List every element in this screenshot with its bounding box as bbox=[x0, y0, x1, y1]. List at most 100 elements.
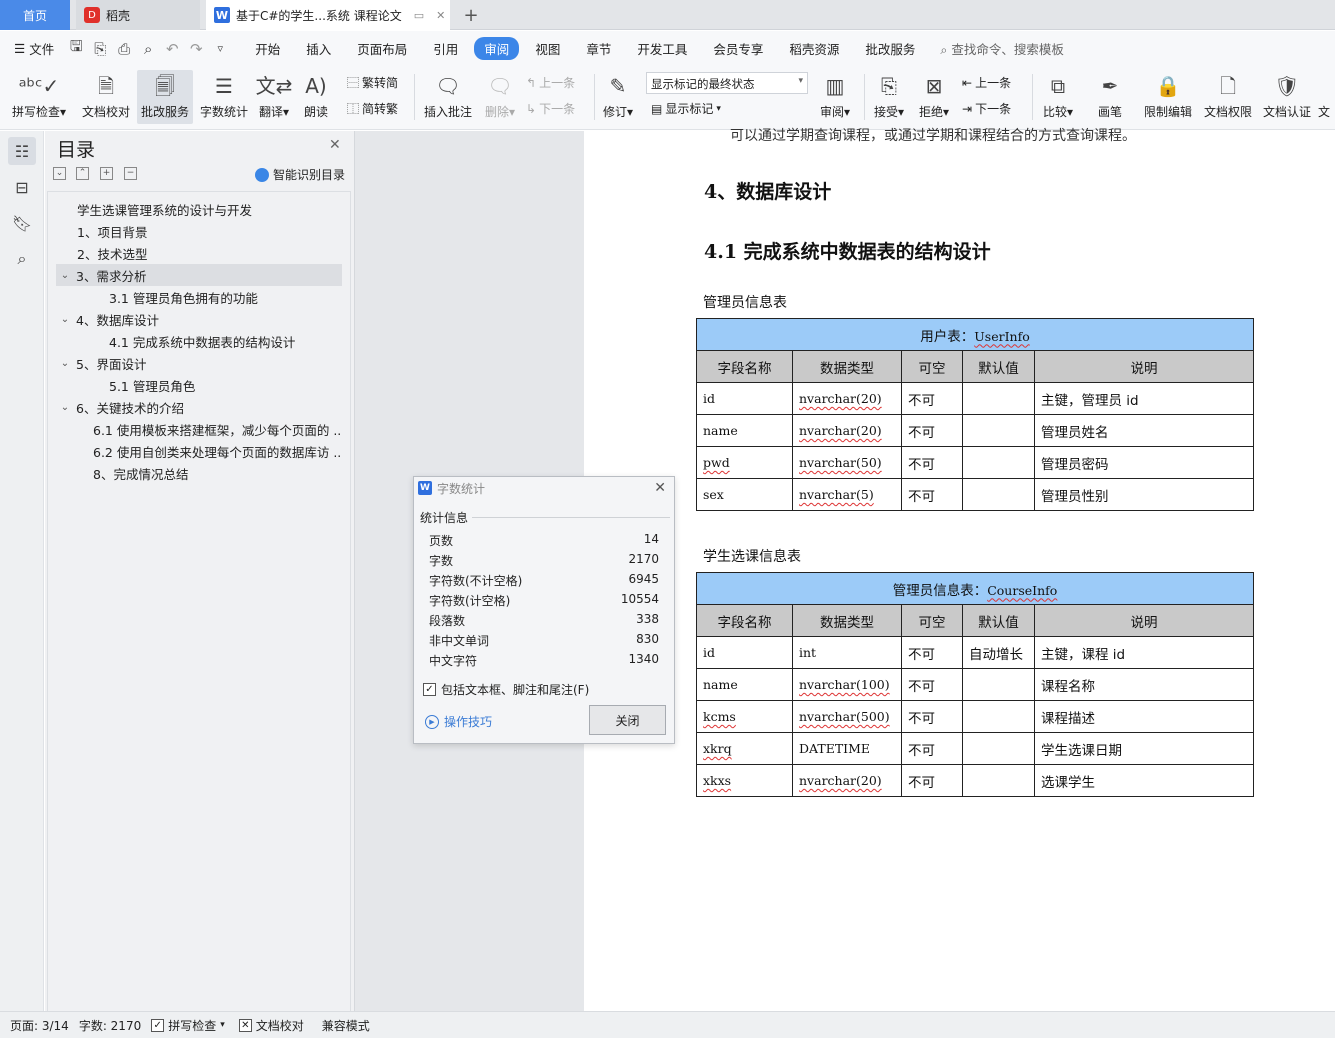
delete-comment-button[interactable]: 🗨 删除▾ bbox=[480, 70, 520, 124]
close-tab-icon[interactable]: ✕ bbox=[436, 9, 445, 22]
print-icon[interactable]: ⎙ bbox=[112, 40, 136, 58]
toc-item[interactable]: 2、技术选型 bbox=[56, 242, 342, 264]
toc-item[interactable]: 3.1 管理员角色拥有的功能 bbox=[56, 286, 342, 308]
stat-label: 字符数(计空格) bbox=[429, 594, 511, 608]
word-count-dialog[interactable]: W 字数统计 ✕ 统计信息 页数 14 字数 2170 字符数(不计空格) 6945 … bbox=[413, 476, 675, 744]
restrict-editing-button[interactable]: 🔒 限制编辑 bbox=[1140, 70, 1196, 124]
word-count-indicator[interactable]: 字数: 2170 bbox=[79, 1017, 141, 1034]
userinfo-table[interactable]: 用户表：UserInfo 字段名称 数据类型 可空 默认值 说明 id nvarc… bbox=[696, 318, 1254, 511]
tab-page-layout[interactable]: 页面布局 bbox=[347, 37, 417, 60]
table-cell: name bbox=[696, 414, 793, 447]
compare-button[interactable]: ⧉ 比较▾ bbox=[1038, 70, 1078, 124]
bookmark-icon[interactable]: 🔖︎ bbox=[8, 209, 36, 237]
insert-comment-button[interactable]: 🗨 插入批注 bbox=[420, 70, 476, 124]
proofread-status[interactable]: ✕ 文档校对 bbox=[238, 1017, 304, 1034]
tab-insert[interactable]: 插入 bbox=[296, 37, 341, 60]
ribbon-overflow-item[interactable]: 文 bbox=[1318, 70, 1335, 124]
tab-start[interactable]: 开始 bbox=[245, 37, 290, 60]
review-service-button[interactable]: 🗐 批改服务 bbox=[137, 70, 193, 124]
command-search[interactable]: ⌕ 查找命令、搜索模板 bbox=[940, 39, 1064, 58]
doc-certify-button[interactable]: 🛡 文档认证 bbox=[1259, 70, 1315, 124]
reject-button[interactable]: ⊠ 拒绝▾ bbox=[914, 70, 954, 124]
include-textbox-checkbox[interactable]: ✓ 包括文本框、脚注和尾注(F) bbox=[423, 681, 589, 698]
remove-level-icon[interactable]: − bbox=[124, 167, 137, 180]
chevron-down-icon[interactable]: ⌄ bbox=[58, 402, 72, 413]
next-change-button[interactable]: ⇥ 下一条 bbox=[962, 100, 1011, 117]
toc-item[interactable]: 学生选课管理系统的设计与开发 bbox=[56, 198, 342, 220]
toc-item[interactable]: ⌄ 5、界面设计 bbox=[56, 352, 342, 374]
toc-item[interactable]: 5.1 管理员角色 bbox=[56, 374, 342, 396]
show-markup-button[interactable]: ▤ 显示标记 ▾ bbox=[651, 100, 721, 117]
prev-comment-button[interactable]: ↰ 上一条 bbox=[526, 74, 575, 91]
tips-link[interactable]: ▶ 操作技巧 bbox=[425, 713, 492, 730]
translate-button[interactable]: 文⇄ 翻译▾ bbox=[254, 70, 294, 124]
print-preview-icon[interactable]: ⌕ bbox=[136, 40, 160, 58]
tab-bar: 首页 D 稻壳 W 基于C#的学生...系统 课程论文 ▭ ✕ + bbox=[0, 0, 1335, 30]
chevron-down-icon[interactable]: ⌄ bbox=[58, 314, 72, 325]
add-level-icon[interactable]: + bbox=[100, 167, 113, 180]
dialog-titlebar[interactable]: W 字数统计 bbox=[414, 477, 674, 499]
close-icon[interactable]: ✕ bbox=[654, 480, 666, 496]
tab-references[interactable]: 引用 bbox=[423, 37, 468, 60]
next-comment-button[interactable]: ↳ 下一条 bbox=[526, 100, 575, 117]
tab-review-service[interactable]: 批改服务 bbox=[855, 37, 925, 60]
customize-toolbar-icon[interactable]: ▿ bbox=[208, 42, 232, 55]
toc-item-selected[interactable]: ⌄ 3、需求分析 bbox=[56, 264, 342, 286]
word-count-button[interactable]: ☰ 字数统计 bbox=[196, 70, 252, 124]
chevron-down-icon[interactable]: ⌄ bbox=[58, 270, 72, 281]
file-menu[interactable]: ☰ 文件 bbox=[0, 39, 64, 58]
review-pane-button[interactable]: ▥ 审阅▾ bbox=[816, 70, 854, 124]
search-icon[interactable]: ⌕ bbox=[8, 245, 36, 273]
track-changes-button[interactable]: ✎ 修订▾ bbox=[600, 70, 636, 124]
tab-member[interactable]: 会员专享 bbox=[703, 37, 773, 60]
document-page[interactable]: 可以通过学期查询课程，或通过学期和课程结合的方式查询课程。 4、数据库设计 4.… bbox=[584, 128, 1335, 1011]
smart-toc-button[interactable]: 智能识别目录 bbox=[255, 166, 345, 183]
undo-icon[interactable]: ↶ bbox=[160, 40, 184, 58]
spell-check-status[interactable]: ✓ 拼写检查 ▾ bbox=[151, 1017, 225, 1034]
toc-item[interactable]: ⌄ 4、数据库设计 bbox=[56, 308, 342, 330]
markup-state-select[interactable]: 显示标记的最终状态 ▾ bbox=[646, 72, 808, 94]
tab-home[interactable]: 首页 bbox=[0, 0, 70, 30]
close-icon[interactable]: ✕ bbox=[329, 137, 341, 153]
simp-to-trad-button[interactable]: ⿰简转繁 bbox=[347, 100, 398, 117]
page-indicator[interactable]: 页面: 3/14 bbox=[10, 1017, 69, 1034]
tab-daoke[interactable]: D 稻壳 bbox=[76, 0, 200, 30]
collapse-all-icon[interactable]: ⌄ bbox=[53, 167, 66, 180]
new-tab-button[interactable]: + bbox=[458, 0, 484, 30]
read-aloud-button[interactable]: A) 朗读 bbox=[298, 70, 334, 124]
tab-daoke-resources[interactable]: 稻壳资源 bbox=[779, 37, 849, 60]
tab-document[interactable]: W 基于C#的学生...系统 课程论文 ▭ ✕ bbox=[206, 0, 450, 30]
tab-review[interactable]: 审阅 bbox=[474, 37, 520, 60]
tab-developer[interactable]: 开发工具 bbox=[627, 37, 697, 60]
spell-check-button[interactable]: ᵃᵇᶜ✓ 拼写检查▾ bbox=[6, 70, 72, 124]
pen-button[interactable]: ✒ 画笔 bbox=[1090, 70, 1130, 124]
save-icon[interactable]: 🖫 bbox=[64, 36, 88, 61]
checkbox-checked-icon[interactable]: ✓ bbox=[423, 683, 436, 696]
doc-permission-button[interactable]: 🗋 文档权限 bbox=[1200, 70, 1256, 124]
reject-label: 拒绝 bbox=[918, 105, 943, 119]
accept-button[interactable]: ⎘ 接受▾ bbox=[870, 70, 908, 124]
close-button[interactable]: 关闭 bbox=[589, 705, 666, 735]
toc-item[interactable]: ⌄ 6、关键技术的介绍 bbox=[56, 396, 342, 418]
float-window-icon[interactable]: ▭ bbox=[414, 9, 424, 22]
export-pdf-icon[interactable]: ⎘ bbox=[88, 40, 112, 58]
proofread-button[interactable]: 🗎 文档校对 bbox=[78, 70, 134, 124]
chapter-nav-icon[interactable]: ⊟ bbox=[8, 173, 36, 201]
prev-change-button[interactable]: ⇤ 上一条 bbox=[962, 74, 1011, 91]
toc-panel-icon[interactable]: ☷ bbox=[8, 137, 36, 165]
toc-item[interactable]: 1、项目背景 bbox=[56, 220, 342, 242]
redo-icon[interactable]: ↷ bbox=[184, 40, 208, 58]
toc-item-label: 8、完成情况总结 bbox=[93, 466, 189, 482]
stat-value: 6945 bbox=[628, 572, 659, 586]
chevron-down-icon[interactable]: ⌄ bbox=[58, 358, 72, 369]
toc-item[interactable]: 6.2 使用自创类来处理每个页面的数据库访 ... bbox=[56, 440, 342, 462]
toc-item[interactable]: 6.1 使用模板来搭建框架，减少每个页面的 ... bbox=[56, 418, 342, 440]
trad-to-simp-button[interactable]: ⿱繁转简 bbox=[347, 74, 398, 91]
toc-item[interactable]: 4.1 完成系统中数据表的结构设计 bbox=[56, 330, 342, 352]
tab-section[interactable]: 章节 bbox=[576, 37, 621, 60]
courseinfo-table[interactable]: 管理员信息表：CourseInfo 字段名称 数据类型 可空 默认值 说明 id… bbox=[696, 572, 1254, 797]
toc-item[interactable]: 8、完成情况总结 bbox=[56, 462, 342, 484]
search-icon: ⌕ bbox=[940, 42, 948, 57]
tab-view[interactable]: 视图 bbox=[525, 37, 570, 60]
expand-up-icon[interactable]: ⌃ bbox=[76, 167, 89, 180]
